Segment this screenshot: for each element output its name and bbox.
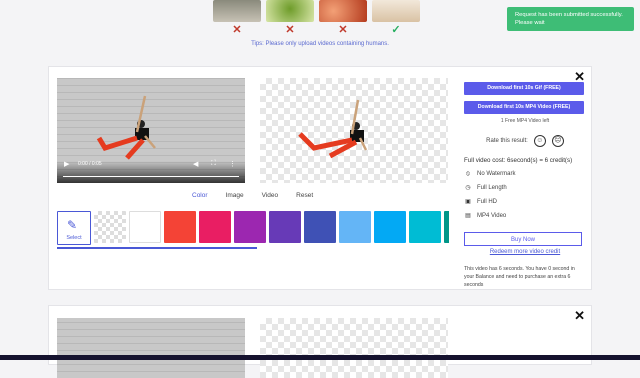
swatch-blue[interactable] — [374, 211, 406, 243]
reject-icon: ✕ — [285, 24, 295, 36]
example-thumb-bokeh[interactable] — [319, 0, 367, 22]
swatch-cyan[interactable] — [409, 211, 441, 243]
file-icon: ▤ — [465, 213, 471, 219]
video-cost: Full video cost: 6second(s) = 6 credit(s… — [464, 157, 573, 164]
sad-face-icon[interactable]: ☹ — [551, 135, 564, 147]
result-card: ✕ ▶ 0:00 / 0:05 ◀ ⛶ ⋮ Color Image Video … — [48, 66, 592, 290]
processed-preview — [260, 78, 448, 183]
clock-icon: ◷ — [465, 185, 471, 191]
buy-now-button[interactable]: Buy Now — [464, 232, 582, 246]
example-thumb-person[interactable] — [372, 0, 420, 22]
more-options-icon[interactable]: ⋮ — [229, 160, 236, 168]
feature-item: ◷ Full Length — [465, 185, 507, 191]
redeem-credit-link[interactable]: Redeem more video credit — [464, 249, 586, 255]
original-video-player[interactable] — [57, 318, 245, 378]
upload-tips: Tips: Please only upload videos containi… — [251, 41, 389, 47]
no-watermark-icon: ⦸ — [466, 171, 470, 177]
processed-preview — [260, 318, 448, 378]
swatch-deep-purple[interactable] — [269, 211, 301, 243]
example-thumbnails — [213, 0, 420, 22]
download-mp4-button[interactable]: Download first 10s MP4 Video (FREE) — [464, 101, 584, 114]
swatch-white[interactable] — [129, 211, 161, 243]
reject-icon: ✕ — [338, 24, 348, 36]
rating-row: Rate this result: ☺ ☹ — [464, 135, 586, 147]
fullscreen-icon[interactable]: ⛶ — [211, 160, 216, 168]
background-tabs: Color Image Video Reset — [192, 192, 313, 199]
balance-info: This video has 6 seconds. You have 0 sec… — [464, 266, 575, 288]
video-time: 0:00 / 0:05 — [78, 161, 102, 167]
feature-item: ⦸ No Watermark — [464, 170, 586, 178]
video-progress[interactable] — [63, 176, 239, 177]
free-video-note: 1 Free MP4 Video left — [500, 118, 550, 124]
tab-image[interactable]: Image — [226, 192, 244, 199]
cutout-figure — [298, 99, 368, 159]
swatch-purple[interactable] — [234, 211, 266, 243]
original-video-player[interactable]: ▶ 0:00 / 0:05 ◀ ⛶ ⋮ — [57, 78, 245, 183]
example-thumb-cat[interactable] — [213, 0, 261, 22]
close-icon[interactable]: ✕ — [574, 308, 585, 324]
example-thumb-tree[interactable] — [266, 0, 314, 22]
volume-icon[interactable]: ◀ — [193, 160, 198, 168]
success-toast: Request has been submitted successfully.… — [507, 7, 634, 31]
eyedropper-icon: ✎ — [67, 218, 78, 232]
tab-reset[interactable]: Reset — [296, 192, 313, 199]
select-color-button[interactable]: ✎ Select — [57, 211, 91, 245]
hd-icon: ▣ — [465, 199, 471, 205]
feature-item: ▣ Full HD — [465, 199, 498, 205]
swatch-light-blue[interactable] — [339, 211, 371, 243]
accept-icon: ✓ — [391, 24, 401, 36]
download-panel: Download first 10s Gif (FREE) Download f… — [464, 82, 586, 289]
tab-video[interactable]: Video — [262, 192, 279, 199]
swatch-pink[interactable] — [199, 211, 231, 243]
feature-item: ▤ MP4 Video — [465, 213, 507, 219]
color-swatches: ✎ Select — [57, 211, 449, 245]
reject-icon: ✕ — [232, 24, 242, 36]
download-gif-button[interactable]: Download first 10s Gif (FREE) — [464, 82, 584, 95]
swatch-transparent[interactable] — [94, 211, 126, 243]
tab-color[interactable]: Color — [192, 192, 208, 199]
swatch-red[interactable] — [164, 211, 196, 243]
swatch-teal[interactable] — [444, 211, 449, 243]
happy-face-icon[interactable]: ☺ — [533, 135, 546, 147]
swatch-scrollbar[interactable] — [57, 247, 257, 249]
page-footer-bar — [0, 355, 640, 360]
play-icon[interactable]: ▶ — [64, 160, 69, 168]
swatch-indigo[interactable] — [304, 211, 336, 243]
